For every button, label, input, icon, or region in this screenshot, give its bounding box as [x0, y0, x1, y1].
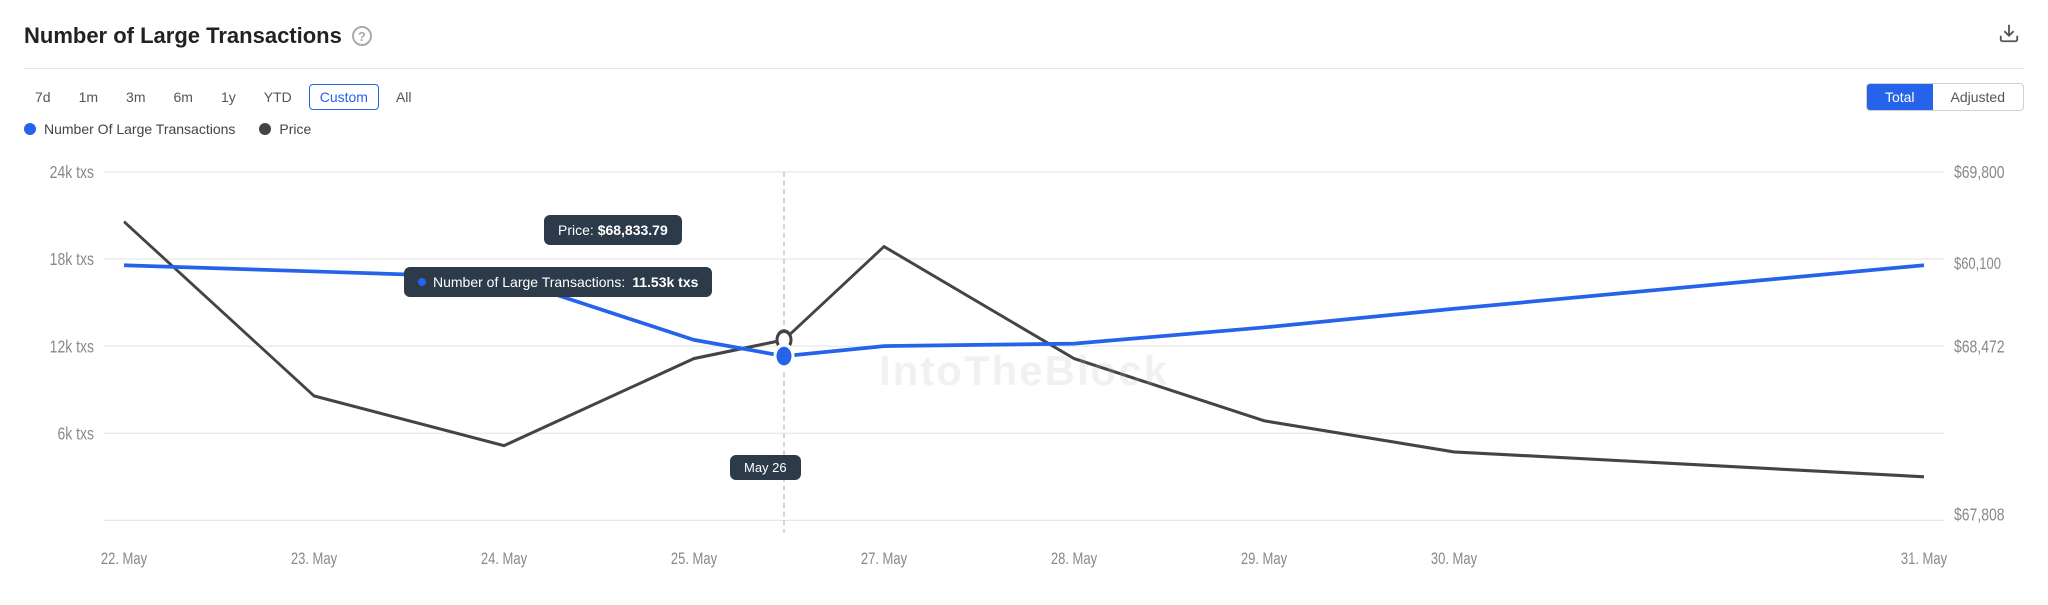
filter-all[interactable]: All	[385, 84, 423, 110]
main-container: Number of Large Transactions ? 7d 1m 3m …	[0, 0, 2048, 605]
svg-text:29. May: 29. May	[1241, 551, 1288, 569]
svg-text:$60,100: $60,100	[1954, 256, 2001, 274]
svg-text:25. May: 25. May	[671, 551, 718, 569]
filter-1y[interactable]: 1y	[210, 84, 247, 110]
txs-hover-dot	[775, 345, 793, 367]
legend-transactions: Number Of Large Transactions	[24, 121, 235, 137]
svg-text:18k txs: 18k txs	[50, 251, 94, 270]
chart-svg: 24k txs 18k txs 12k txs 6k txs $69,800 $…	[24, 147, 2024, 595]
svg-text:6k txs: 6k txs	[57, 425, 94, 444]
svg-text:$67,808: $67,808	[1954, 506, 2005, 525]
svg-text:24. May: 24. May	[481, 551, 528, 569]
view-toggle: Total Adjusted	[1866, 83, 2024, 111]
filter-1m[interactable]: 1m	[68, 84, 109, 110]
filter-7d[interactable]: 7d	[24, 84, 62, 110]
download-icon[interactable]	[1994, 18, 2024, 54]
svg-text:$68,472: $68,472	[1954, 338, 2005, 357]
legend-price: Price	[259, 121, 311, 137]
svg-text:22. May: 22. May	[101, 551, 148, 569]
filter-6m[interactable]: 6m	[162, 84, 203, 110]
legend-label-price: Price	[279, 121, 311, 137]
legend-dot-blue	[24, 123, 36, 135]
svg-text:12k txs: 12k txs	[50, 338, 94, 357]
help-icon[interactable]: ?	[352, 26, 372, 46]
svg-text:31. May: 31. May	[1901, 551, 1948, 569]
svg-text:23. May: 23. May	[291, 551, 338, 569]
time-filters: 7d 1m 3m 6m 1y YTD Custom All	[24, 84, 423, 110]
filter-ytd[interactable]: YTD	[253, 84, 303, 110]
header: Number of Large Transactions ?	[24, 18, 2024, 69]
svg-text:27. May: 27. May	[861, 551, 908, 569]
svg-text:28. May: 28. May	[1051, 551, 1098, 569]
legend: Number Of Large Transactions Price	[24, 121, 2024, 147]
legend-dot-dark	[259, 123, 271, 135]
page-title: Number of Large Transactions	[24, 23, 342, 49]
view-adjusted[interactable]: Adjusted	[1933, 84, 2023, 110]
chart-area: IntoTheBlock 24k txs 18k txs 12k txs 6k …	[24, 147, 2024, 595]
header-left: Number of Large Transactions ?	[24, 23, 372, 49]
controls-row: 7d 1m 3m 6m 1y YTD Custom All Total Adju…	[24, 69, 2024, 121]
filter-custom[interactable]: Custom	[309, 84, 379, 110]
price-line	[124, 222, 1924, 477]
svg-text:24k txs: 24k txs	[50, 164, 94, 183]
svg-text:30. May: 30. May	[1431, 551, 1478, 569]
svg-text:$69,800: $69,800	[1954, 164, 2005, 183]
view-total[interactable]: Total	[1867, 84, 1933, 110]
filter-3m[interactable]: 3m	[115, 84, 156, 110]
legend-label-transactions: Number Of Large Transactions	[44, 121, 235, 137]
transactions-line	[124, 265, 1924, 356]
